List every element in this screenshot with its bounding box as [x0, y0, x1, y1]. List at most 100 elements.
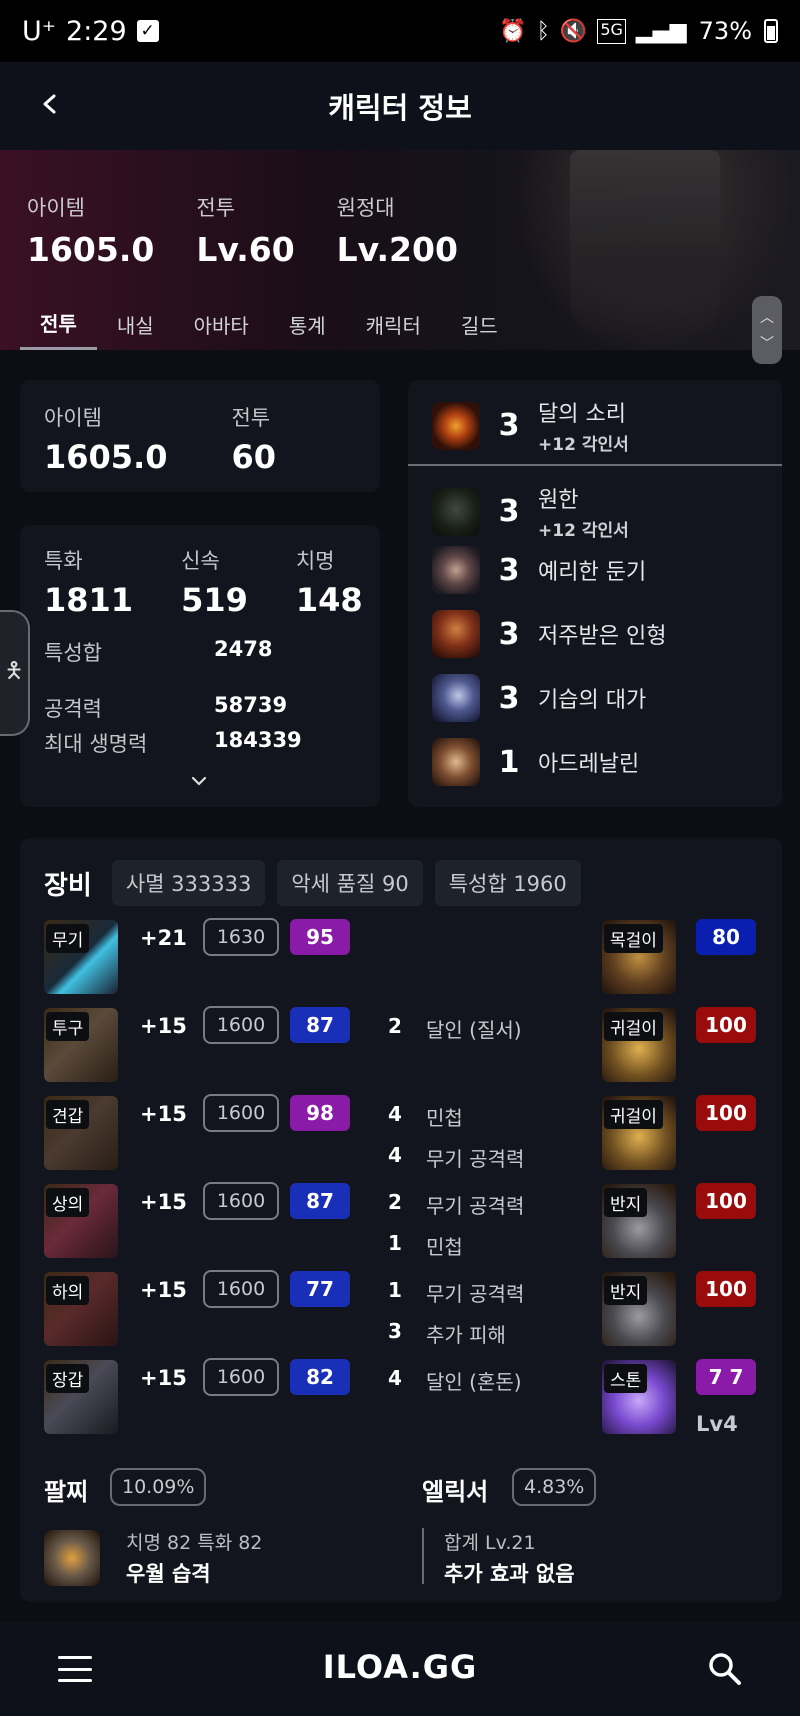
gear-quality: 95 — [290, 919, 350, 955]
engraving-item[interactable]: 3 예리한 둔기 — [432, 546, 646, 594]
engraving-item[interactable]: 3 기습의 대가 — [432, 674, 646, 722]
gear-enhance: +15 — [140, 1102, 187, 1126]
gear-enhance: +21 — [140, 926, 187, 950]
trait-name: 무기 공격력 — [426, 1147, 525, 1171]
hero-stat-label: 원정대 — [336, 196, 395, 220]
ability-stone-icon[interactable]: 스톤 — [602, 1360, 676, 1434]
chevron-down-icon: ﹀ — [760, 336, 774, 352]
engraving-level: 3 — [498, 494, 520, 529]
search-button[interactable] — [708, 1652, 742, 1686]
equipment-header: 장비 사멸 333333 악세 품질 90 특성합 1960 — [44, 860, 581, 906]
expand-stats-button[interactable] — [190, 771, 208, 792]
hamburger-icon — [58, 1656, 92, 1659]
trait-level: 4 — [388, 1102, 402, 1126]
accessory-quality: 100 — [696, 1007, 756, 1043]
gear-quality: 87 — [290, 1183, 350, 1219]
stat-label: 특화 — [44, 549, 83, 573]
stat-specialization: 특화 1811 — [44, 545, 133, 619]
trait-name: 무기 공격력 — [426, 1282, 525, 1306]
tab-avatar[interactable]: 아바타 — [174, 298, 269, 350]
summary-combat-level: 전투 60 — [231, 402, 276, 476]
gear-slot-label: 하의 — [46, 1276, 90, 1305]
bluetooth-icon: ᛒ — [536, 18, 550, 44]
stat-attack-label: 공격력 — [44, 697, 102, 721]
trait-level: 1 — [388, 1231, 402, 1255]
back-button[interactable] — [30, 84, 70, 124]
engraving-text: 달의 소리 +12 각인서 — [538, 396, 629, 455]
necklace-icon[interactable]: 목걸이 — [602, 920, 676, 994]
tab-stats[interactable]: 통계 — [269, 298, 346, 350]
primary-stats: 특화 1811 신속 519 치명 148 — [44, 545, 363, 619]
menu-button[interactable] — [58, 1656, 92, 1682]
tab-bar: 전투 내실 아바타 통계 캐릭터 길드 — [20, 298, 518, 350]
stat-label: 치명 — [295, 549, 335, 573]
earring-icon[interactable]: 귀걸이 — [602, 1096, 676, 1170]
engraving-item[interactable]: 3 달의 소리 +12 각인서 — [432, 396, 629, 455]
ring-icon[interactable]: 반지 — [602, 1184, 676, 1258]
earring-icon[interactable]: 귀걸이 — [602, 1008, 676, 1082]
engraving-item[interactable]: 3 원한 +12 각인서 — [432, 482, 629, 541]
engraving-divider — [408, 464, 782, 466]
chest-icon[interactable]: 상의 — [44, 1184, 118, 1258]
character-portrait — [520, 150, 790, 350]
summary-label: 전투 — [231, 406, 271, 430]
accessory-quality: 100 — [696, 1271, 756, 1307]
stat-total-row: 특성합 2478 — [44, 637, 364, 667]
summary-item-level: 아이템 1605.0 — [44, 402, 167, 476]
engraving-item[interactable]: 3 저주받은 인형 — [432, 610, 666, 658]
pants-icon[interactable]: 하의 — [44, 1272, 118, 1346]
gear-slot-label: 투구 — [46, 1012, 90, 1041]
engraving-grudge-icon — [432, 487, 480, 536]
bracelet-icon[interactable] — [44, 1530, 100, 1586]
engraving-level: 3 — [498, 408, 520, 443]
gear-item-level: 1600 — [203, 1182, 279, 1220]
stone-level: Lv4 — [696, 1412, 738, 1436]
engraving-level: 3 — [498, 680, 520, 716]
stat-hp-label: 최대 생명력 — [44, 732, 148, 756]
accessory-slot-label: 스톤 — [604, 1364, 648, 1393]
equipment-card: 장비 사멸 333333 악세 품질 90 특성합 1960 무기 +21 16… — [20, 838, 782, 1602]
accessory-slot-label: 반지 — [604, 1188, 648, 1217]
gloves-icon[interactable]: 장갑 — [44, 1360, 118, 1434]
chevron-left-icon — [43, 94, 56, 114]
accessibility-button[interactable]: 🯅 — [0, 610, 30, 736]
gear-enhance: +15 — [140, 1014, 187, 1038]
status-right: ⏰ ᛒ 🔇 5G ▂▄▆ 73% — [499, 17, 778, 45]
trait-level: 4 — [388, 1366, 402, 1390]
summary-label: 아이템 — [44, 406, 102, 430]
network-type: 5G — [597, 18, 626, 44]
tab-guild[interactable]: 길드 — [441, 298, 518, 350]
hamburger-icon — [58, 1667, 92, 1671]
scroll-toggle-button[interactable]: ︿ ﹀ — [752, 296, 782, 364]
engraving-keen-blunt-icon — [432, 546, 480, 594]
ring-icon[interactable]: 반지 — [602, 1272, 676, 1346]
trait-name: 추가 피해 — [426, 1323, 506, 1347]
accessory-slot-label: 귀걸이 — [604, 1012, 663, 1041]
equipment-chip-accessory-quality: 악세 품질 90 — [277, 860, 423, 906]
tab-internal[interactable]: 내실 — [97, 298, 174, 350]
engraving-item[interactable]: 1 아드레날린 — [432, 738, 639, 786]
stat-attack-row: 공격력 58739 — [44, 693, 364, 723]
gear-enhance: +15 — [140, 1278, 187, 1302]
checkbox-notification-icon: ✓ — [136, 20, 159, 42]
engraving-level: 3 — [498, 616, 520, 652]
stat-swiftness: 신속 519 — [181, 545, 248, 619]
helmet-icon[interactable]: 투구 — [44, 1008, 118, 1082]
shoulder-icon[interactable]: 견갑 — [44, 1096, 118, 1170]
hero-stat-expedition: 원정대 Lv.200 — [337, 192, 458, 269]
tab-characters[interactable]: 캐릭터 — [346, 298, 441, 350]
summary-value: 60 — [231, 438, 277, 476]
bracelet-title: 팔찌 — [44, 1478, 89, 1506]
hero-stats: 아이템 1605.0 전투 Lv.60 원정대 Lv.200 — [27, 192, 458, 269]
accessory-slot-label: 목걸이 — [604, 924, 663, 953]
app-logo[interactable]: ILOA.GG — [300, 1648, 500, 1686]
chevron-down-icon — [191, 776, 207, 786]
stat-hp-row: 최대 생명력 184339 — [44, 728, 364, 758]
stats-card: 특화 1811 신속 519 치명 148 특성합 2478 공격력 58739… — [20, 525, 380, 807]
character-hero: 아이템 1605.0 전투 Lv.60 원정대 Lv.200 전투 내실 아바타… — [0, 150, 800, 350]
weapon-icon[interactable]: 무기 — [44, 920, 118, 994]
gear-slot-label: 상의 — [46, 1188, 90, 1217]
summary-value: 1605.0 — [44, 438, 168, 476]
tab-combat[interactable]: 전투 — [20, 298, 97, 350]
stat-hp-value: 184339 — [214, 728, 302, 752]
